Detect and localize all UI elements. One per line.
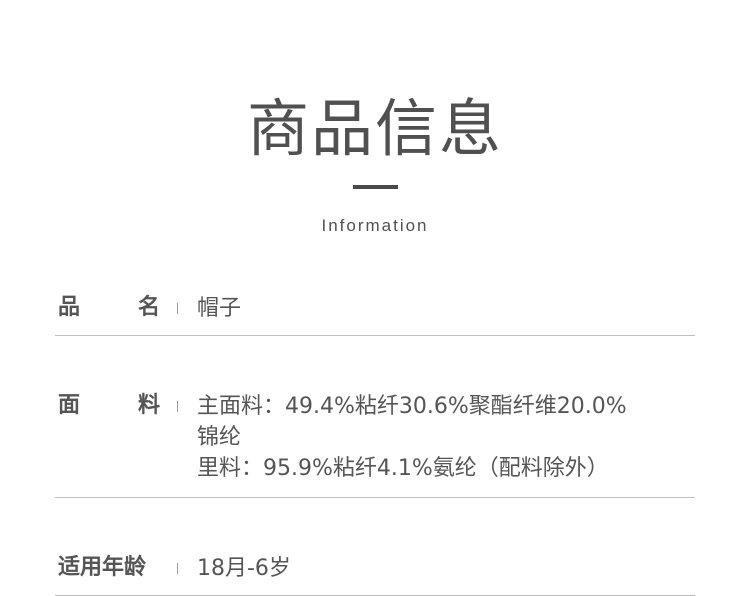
row-separator xyxy=(177,303,178,314)
label-char: 料 xyxy=(137,393,160,418)
page-title: 商品信息 xyxy=(246,92,503,165)
row-label: 适用年龄 xyxy=(58,555,147,580)
row-separator xyxy=(177,401,178,412)
value-line: 18月-6岁 xyxy=(197,556,291,581)
label-char: 名 xyxy=(137,295,160,320)
title-divider xyxy=(353,185,398,189)
row-separator xyxy=(177,563,178,574)
value-line: 里料：95.9%粘纤4.1%氨纶（配料除外） xyxy=(197,456,609,481)
value-line: 主面料：49.4%粘纤30.6%聚酯纤维20.0% xyxy=(197,394,627,419)
row-value: 帽子 xyxy=(197,293,692,324)
label-char: 品 xyxy=(58,295,81,320)
info-row-name: 品 名 帽子 xyxy=(55,283,695,336)
row-label: 面 料 xyxy=(58,391,160,421)
row-label: 品 名 xyxy=(58,293,160,323)
value-line: 帽子 xyxy=(197,296,242,321)
info-row-fabric: 面 料 主面料：49.4%粘纤30.6%聚酯纤维20.0% 锦纶 里料：95.9… xyxy=(55,381,695,498)
row-value: 18月-6岁 xyxy=(197,553,692,584)
info-row-age: 适用年龄 18月-6岁 xyxy=(55,543,695,596)
page-subtitle: Information xyxy=(321,216,429,235)
row-value: 主面料：49.4%粘纤30.6%聚酯纤维20.0% 锦纶 里料：95.9%粘纤4… xyxy=(197,391,692,484)
label-char: 面 xyxy=(58,393,81,418)
value-line: 锦纶 xyxy=(197,425,242,450)
